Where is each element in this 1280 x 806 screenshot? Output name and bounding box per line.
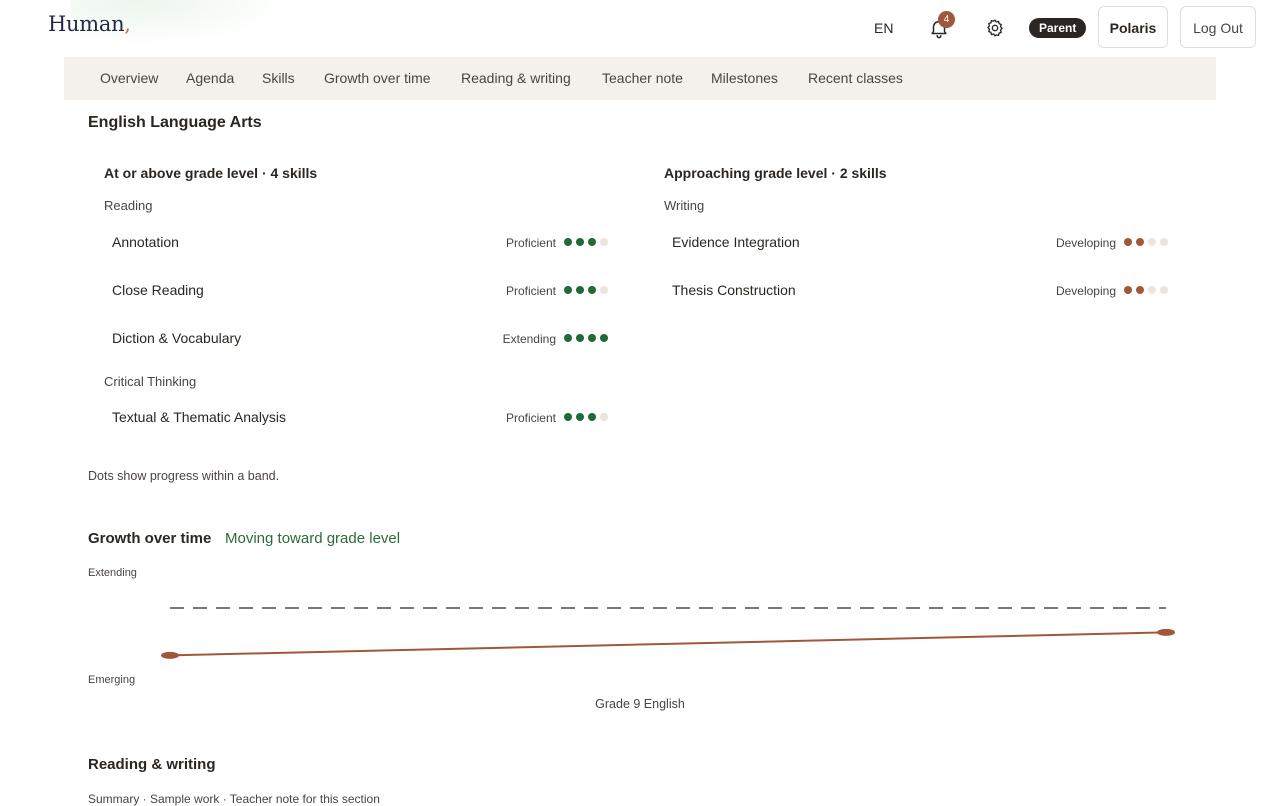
growth-point xyxy=(161,651,179,659)
progress-dot-filled xyxy=(588,334,596,342)
subject-title: English Language Arts xyxy=(88,114,262,131)
skill-name: Close Reading xyxy=(112,282,204,298)
language-selector[interactable]: EN xyxy=(874,20,893,36)
skill-level: Proficient xyxy=(505,284,556,298)
skill-level: Developing xyxy=(1055,236,1116,250)
progress-dot-filled xyxy=(576,334,584,342)
progress-dot-empty xyxy=(600,413,608,421)
band-title-at-or-above: At or above grade level · 4 skills xyxy=(104,165,318,181)
skill-name: Evidence Integration xyxy=(672,234,800,250)
skill-row: Thesis Construction Developing xyxy=(672,280,1168,300)
notification-count-badge: 4 xyxy=(938,11,955,28)
skill-row: Annotation Proficient xyxy=(112,232,608,252)
progress-dot-empty xyxy=(1148,286,1156,294)
growth-chart xyxy=(161,607,1175,659)
skill-level: Proficient xyxy=(505,411,556,425)
skill-name: Thesis Construction xyxy=(672,282,796,298)
reading-writing-subnav: Summary · Sample work · Teacher note for… xyxy=(88,792,380,806)
tab-growth-over-time[interactable]: Growth over time xyxy=(324,57,431,100)
growth-title: Growth over time xyxy=(88,530,212,547)
skill-level: Developing xyxy=(1055,284,1116,298)
top-bar: Human, EN 4 Parent Polaris Log Out xyxy=(0,0,1280,56)
progress-dot-filled xyxy=(588,413,596,421)
progress-dot-empty xyxy=(600,238,608,246)
skill-name: Textual & Thematic Analysis xyxy=(112,409,287,425)
progress-dot-filled xyxy=(564,286,572,294)
progress-dot-filled xyxy=(588,286,596,294)
dots-legend-note: Dots show progress within a band. xyxy=(88,469,280,483)
progress-dot-filled xyxy=(1136,286,1144,294)
progress-dot-filled xyxy=(576,286,584,294)
tab-teacher-note[interactable]: Teacher note xyxy=(602,57,683,100)
progress-dots xyxy=(564,238,608,246)
progress-dot-empty xyxy=(1160,238,1168,246)
progress-dot-filled xyxy=(564,413,572,421)
brand-logo[interactable]: Human, xyxy=(48,12,131,36)
progress-dot-filled xyxy=(1136,238,1144,246)
tab-skills[interactable]: Skills xyxy=(262,57,295,100)
reading-writing-title: Reading & writing xyxy=(88,756,216,773)
category-label-critical-thinking: Critical Thinking xyxy=(104,374,197,389)
category-label-reading: Reading xyxy=(104,198,153,213)
progress-dot-filled xyxy=(1124,238,1132,246)
tab-reading-writing[interactable]: Reading & writing xyxy=(461,57,571,100)
skill-name: Diction & Vocabulary xyxy=(112,330,242,346)
tab-overview[interactable]: Overview xyxy=(100,57,158,100)
user-button[interactable]: Polaris xyxy=(1098,6,1168,48)
skill-level: Extending xyxy=(502,332,556,346)
progress-dot-filled xyxy=(576,413,584,421)
growth-series-line xyxy=(169,631,1167,657)
category-label-writing: Writing xyxy=(664,198,705,213)
progress-dot-filled xyxy=(588,238,596,246)
progress-dots xyxy=(1124,286,1168,294)
skill-row: Close Reading Proficient xyxy=(112,280,608,300)
progress-dot-filled xyxy=(564,238,572,246)
progress-dot-filled xyxy=(564,334,572,342)
tab-agenda[interactable]: Agenda xyxy=(186,57,234,100)
progress-dots xyxy=(564,286,608,294)
brand-name: Human xyxy=(48,12,125,36)
band-title-approaching: Approaching grade level · 2 skills xyxy=(664,165,887,181)
tab-milestones[interactable]: Milestones xyxy=(711,57,778,100)
progress-dot-filled xyxy=(1124,286,1132,294)
logout-button[interactable]: Log Out xyxy=(1180,6,1256,48)
progress-dots xyxy=(564,334,608,342)
brand-mark: , xyxy=(124,12,131,36)
progress-dot-filled xyxy=(576,238,584,246)
skill-row: Textual & Thematic Analysis Proficient xyxy=(112,407,608,427)
progress-dots xyxy=(564,413,608,421)
tab-recent-classes[interactable]: Recent classes xyxy=(808,57,903,100)
progress-dot-filled xyxy=(600,334,608,342)
progress-dot-empty xyxy=(1148,238,1156,246)
growth-status: Moving toward grade level xyxy=(225,530,401,547)
skill-level: Proficient xyxy=(505,236,556,250)
progress-dot-empty xyxy=(1160,286,1168,294)
gear-icon[interactable] xyxy=(985,18,1005,38)
role-badge: Parent xyxy=(1029,18,1087,38)
growth-point xyxy=(1157,628,1175,636)
progress-dots xyxy=(1124,238,1168,246)
chart-caption: Grade 9 English xyxy=(595,697,685,711)
skill-row: Evidence Integration Developing xyxy=(672,232,1168,252)
progress-dot-empty xyxy=(600,286,608,294)
skill-name: Annotation xyxy=(112,234,179,250)
section-tabs: Overview Agenda Skills Growth over time … xyxy=(64,57,1216,100)
skill-row: Diction & Vocabulary Extending xyxy=(112,328,608,348)
